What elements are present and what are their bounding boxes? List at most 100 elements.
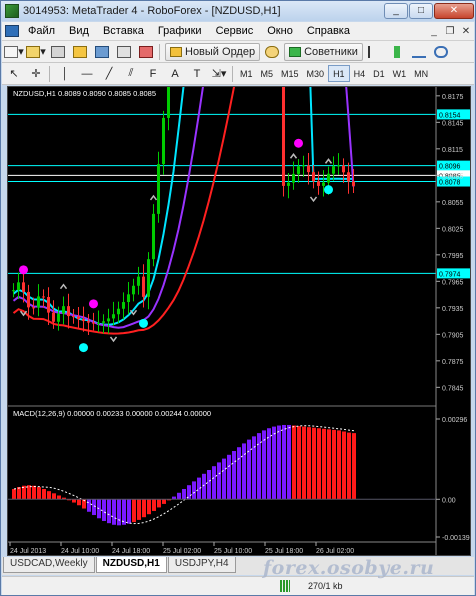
- line-chart-button[interactable]: [409, 43, 429, 61]
- candle-body: [77, 316, 80, 320]
- candle-body: [57, 313, 60, 322]
- macd-histogram-bar: [142, 499, 146, 518]
- macd-histogram-bar: [202, 473, 206, 500]
- timeframe-h1[interactable]: H1: [328, 65, 350, 82]
- candle-body: [97, 322, 100, 324]
- candle-body: [287, 182, 290, 186]
- window-title: 3014953: MetaTrader 4 - RoboForex - [NZD…: [23, 5, 281, 17]
- macd-histogram-bar: [212, 466, 216, 500]
- macd-histogram-bar: [12, 488, 16, 500]
- candle-body: [27, 291, 30, 308]
- maximize-button[interactable]: □: [409, 3, 433, 19]
- menu-view[interactable]: Вид: [62, 25, 96, 37]
- text-label-tool[interactable]: T: [187, 65, 207, 83]
- new-order-button[interactable]: Новый Ордер: [165, 42, 261, 61]
- zoom-in-button[interactable]: [431, 43, 451, 61]
- trendline-tool[interactable]: ╱: [99, 65, 119, 83]
- profiles-button[interactable]: ▾: [26, 43, 46, 61]
- site-watermark: forex.osobye.ru: [263, 557, 435, 579]
- menu-bar: Файл Вид Вставка Графики Сервис Окно Спр…: [2, 22, 474, 41]
- timeframe-m5[interactable]: M5: [257, 65, 278, 82]
- candle-body: [32, 307, 35, 309]
- menu-tools[interactable]: Сервис: [209, 25, 261, 37]
- bar-chart-button[interactable]: [365, 43, 385, 61]
- timeframe-d1[interactable]: D1: [369, 65, 389, 82]
- candle-body: [312, 172, 315, 182]
- macd-histogram-bar: [287, 424, 291, 500]
- metaeditor-button[interactable]: [262, 43, 282, 61]
- macd-histogram-bar: [47, 491, 51, 500]
- menu-insert[interactable]: Вставка: [96, 25, 151, 37]
- macd-histogram-bar: [77, 499, 81, 506]
- timeframe-mn[interactable]: MN: [410, 65, 432, 82]
- price-level-label: 0.7974: [439, 271, 461, 278]
- new-order-label: Новый Ордер: [185, 45, 256, 58]
- tab-usdjpy-h4[interactable]: USDJPY,H4: [167, 557, 236, 573]
- new-chart-button[interactable]: ▾: [4, 43, 24, 61]
- macd-histogram-bar: [52, 493, 56, 500]
- strategy-tester-button[interactable]: [136, 43, 156, 61]
- timeframe-m30[interactable]: M30: [303, 65, 329, 82]
- macd-histogram-bar: [332, 429, 336, 500]
- arrows-tool[interactable]: ⇲▾: [209, 65, 229, 83]
- crosshair-tool[interactable]: ✛: [26, 65, 46, 83]
- menu-charts[interactable]: Графики: [151, 25, 209, 37]
- zoom-in-icon: [433, 45, 448, 58]
- expert-advisors-button[interactable]: Советники: [284, 42, 363, 61]
- child-close-button[interactable]: ✕: [458, 26, 474, 37]
- navigator-button[interactable]: [70, 43, 90, 61]
- buy-signal-dot: [324, 185, 333, 195]
- candle-body: [137, 276, 140, 286]
- data-window-icon: [95, 45, 109, 58]
- price-axis-label: 0.7905: [442, 332, 464, 339]
- macd-histogram-bar: [267, 428, 271, 500]
- macd-histogram-bar: [352, 433, 356, 500]
- chart-window[interactable]: 0.8154 0.8096 0.80850.8078 0.7974 0.8175 0.8…: [7, 0, 471, 556]
- macd-histogram-bar: [277, 425, 281, 500]
- chart-canvas[interactable]: 0.8154 0.8096 0.80850.8078 0.7974 0.8175 0.8…: [8, 0, 470, 555]
- menu-help[interactable]: Справка: [300, 25, 357, 37]
- market-watch-button[interactable]: [48, 43, 68, 61]
- macd-histogram-bar: [347, 432, 351, 500]
- terminal-button[interactable]: [114, 43, 134, 61]
- new-order-icon: [170, 46, 182, 57]
- time-axis-label: 24 Jul 18:00: [112, 548, 150, 555]
- data-window-button[interactable]: [92, 43, 112, 61]
- macd-histogram-bar: [312, 427, 316, 500]
- macd-histogram-bar: [252, 436, 256, 500]
- candle-body: [157, 164, 160, 214]
- timeframe-h4[interactable]: H4: [350, 65, 370, 82]
- tab-nzdusd-h1[interactable]: NZDUSD,H1: [95, 557, 167, 573]
- time-axis-label: 25 Jul 10:00: [214, 548, 252, 555]
- candle-body: [302, 165, 305, 167]
- minimize-button[interactable]: _: [384, 3, 408, 19]
- close-button[interactable]: ✕: [434, 3, 474, 19]
- app-icon: [5, 4, 19, 18]
- title-bar[interactable]: 3014953: MetaTrader 4 - RoboForex - [NZD…: [1, 1, 475, 21]
- candle-chart-button[interactable]: [387, 43, 407, 61]
- candle-body: [112, 314, 115, 319]
- menu-window[interactable]: Окно: [260, 25, 300, 37]
- timeframe-m1[interactable]: M1: [236, 65, 257, 82]
- child-restore-button[interactable]: ❐: [442, 26, 458, 37]
- menu-file[interactable]: Файл: [21, 25, 62, 37]
- candle-body: [292, 173, 295, 183]
- horizontal-line-tool[interactable]: ―: [77, 65, 97, 83]
- text-tool[interactable]: A: [165, 65, 185, 83]
- macd-histogram-bar: [237, 447, 241, 500]
- timeframe-w1[interactable]: W1: [389, 65, 411, 82]
- candle-body: [352, 181, 355, 186]
- chart-window-icon[interactable]: [5, 25, 19, 37]
- candle-body: [12, 290, 15, 292]
- cursor-tool[interactable]: ↖: [4, 65, 24, 83]
- fibonacci-tool[interactable]: F: [143, 65, 163, 83]
- child-minimize-button[interactable]: _: [426, 26, 442, 37]
- channel-tool[interactable]: ⫽: [121, 65, 141, 83]
- timeframe-m15[interactable]: M15: [277, 65, 303, 82]
- candle-body: [107, 318, 110, 322]
- standard-toolbar: ▾ ▾ Новый Ордер Советники: [2, 41, 474, 63]
- expert-advisors-label: Советники: [304, 45, 358, 58]
- price-axis-label: 0.7845: [442, 385, 464, 392]
- tab-usdcad-weekly[interactable]: USDCAD,Weekly: [3, 557, 95, 573]
- vertical-line-tool[interactable]: │: [55, 65, 75, 83]
